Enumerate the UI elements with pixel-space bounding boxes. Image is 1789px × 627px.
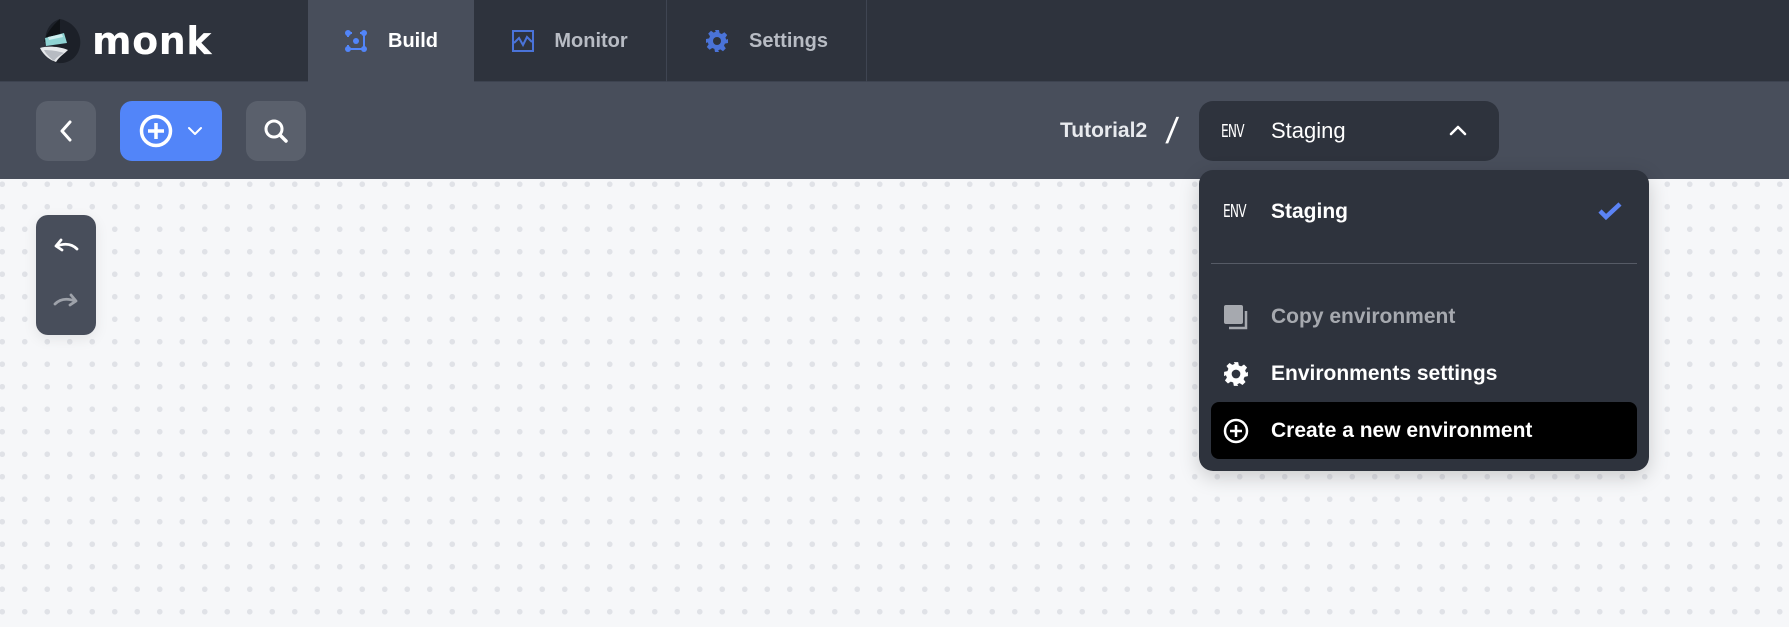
- env-tag: ENV: [1223, 201, 1247, 222]
- tab-monitor-label: Monitor: [554, 29, 628, 52]
- add-button[interactable]: [120, 101, 222, 161]
- environment-option-label: Staging: [1271, 199, 1348, 223]
- history-panel: [36, 215, 96, 335]
- selected-environment: Staging: [1271, 118, 1346, 143]
- environments-settings-label: Environments settings: [1271, 361, 1498, 385]
- plus-circle-icon: [1223, 418, 1249, 444]
- copy-environment-label: Copy environment: [1271, 304, 1456, 328]
- environments-settings-item[interactable]: Environments settings: [1211, 345, 1637, 402]
- search-icon: [264, 119, 288, 143]
- monitor-chart-icon: [512, 30, 535, 52]
- dropdown-divider: [1211, 263, 1637, 264]
- build-graph-icon: [345, 30, 367, 52]
- undo-icon: [54, 238, 79, 252]
- undo-button[interactable]: [36, 220, 96, 270]
- chevron-left-icon: [60, 120, 72, 142]
- redo-button[interactable]: [36, 277, 96, 327]
- create-environment-label: Create a new environment: [1271, 418, 1533, 442]
- app-logo[interactable]: monk: [34, 16, 212, 66]
- create-environment-item[interactable]: Create a new environment: [1211, 402, 1637, 459]
- gear-icon: [1223, 361, 1249, 387]
- environment-selector[interactable]: ENV Staging: [1199, 101, 1499, 161]
- tab-build-label: Build: [388, 29, 438, 52]
- breadcrumb: Tutorial2 /: [1060, 101, 1180, 161]
- plus-circle-icon: [139, 114, 173, 148]
- environment-option-staging[interactable]: ENV Staging: [1211, 183, 1637, 240]
- copy-environment-item[interactable]: Copy environment: [1211, 288, 1637, 345]
- chevron-down-icon: [188, 127, 202, 135]
- chevron-up-icon: [1449, 125, 1467, 136]
- tab-monitor[interactable]: Monitor: [474, 0, 667, 82]
- tab-settings[interactable]: Settings: [667, 0, 867, 82]
- gear-icon: [706, 30, 729, 52]
- top-nav-bar: monk Build Monitor Settings: [0, 0, 1789, 82]
- tab-settings-label: Settings: [749, 29, 828, 52]
- tab-build[interactable]: Build: [308, 0, 474, 82]
- search-button[interactable]: [246, 101, 306, 161]
- app-name: monk: [92, 19, 213, 63]
- copy-icon: [1223, 304, 1249, 330]
- monk-hood-logo-icon: [40, 19, 81, 64]
- back-button[interactable]: [36, 101, 96, 161]
- environment-dropdown: ENV Staging Copy environment Environment…: [1199, 170, 1649, 471]
- env-tag: ENV: [1221, 120, 1245, 142]
- project-name[interactable]: Tutorial2: [1060, 119, 1147, 143]
- redo-icon: [53, 293, 78, 307]
- checkmark-icon: [1598, 202, 1622, 221]
